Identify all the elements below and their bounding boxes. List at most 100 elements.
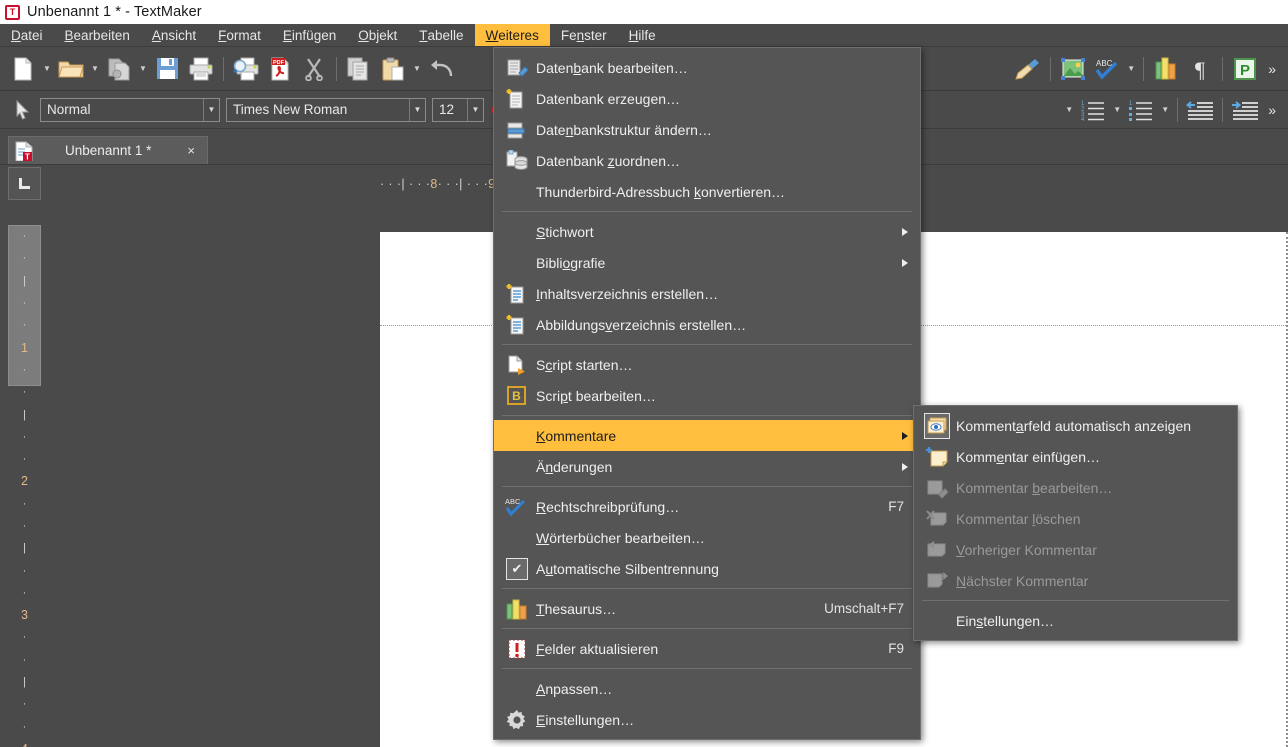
save-button[interactable] — [150, 52, 184, 86]
menu-item-kommentar-löschen: Kommentar löschen — [914, 503, 1237, 534]
bulleted-list-dropdown-caret[interactable]: ▼ — [1158, 93, 1172, 127]
vertical-ruler-tick: | — [23, 408, 26, 421]
decrease-indent-button[interactable] — [1183, 93, 1217, 127]
vertical-ruler-tick: · — [22, 297, 27, 310]
menu-separator — [502, 415, 912, 416]
menu-item-datenbank-erzeugen[interactable]: Datenbank erzeugen… — [494, 83, 920, 114]
kommentare-submenu: Kommentarfeld automatisch anzeigen Kommen… — [913, 405, 1238, 641]
vertical-ruler-tick: · — [22, 363, 27, 376]
recent-documents-button[interactable] — [102, 52, 136, 86]
menubar-item-einfügen[interactable]: Einfügen — [272, 24, 347, 46]
menu-item-abbildungsverzeichnis-erstellen[interactable]: Abbildungsverzeichnis erstellen… — [494, 309, 920, 340]
clipboard-paste-button[interactable] — [376, 52, 410, 86]
menubar-item-objekt[interactable]: Objekt — [347, 24, 408, 46]
menubar-item-fenster[interactable]: Fe n ster — [550, 24, 618, 46]
menu-item-script-bearbeiten[interactable]: B Script bearbeiten… — [494, 380, 920, 411]
document-tab[interactable]: T Unbenannt 1 * × — [8, 136, 208, 164]
menu-item-einstellungen[interactable]: Einstellungen… — [914, 605, 1237, 636]
menu-item-label: Wörterbücher bearbeiten… — [536, 529, 705, 546]
checkbox-checked-icon: ✔ — [498, 556, 536, 582]
submenu-arrow-icon — [902, 227, 908, 236]
recent-documents-dropdown-caret[interactable]: ▼ — [136, 52, 150, 86]
menu-item-kommentar-einfügen[interactable]: Kommentar einfügen… — [914, 441, 1237, 472]
presentation-button[interactable]: P — [1228, 52, 1262, 86]
bulleted-list-button[interactable]: 1 — [1124, 93, 1158, 127]
menu-item-automatische-silbentrennung[interactable]: ✔ Automatische Silbentrennung — [494, 553, 920, 584]
menu-item-änderungen[interactable]: Änderungen — [494, 451, 920, 482]
menubar-item-datei[interactable]: Datei — [0, 24, 54, 46]
undo-button[interactable] — [424, 52, 458, 86]
menu-item-label: Nächster Kommentar — [956, 572, 1089, 589]
new-document-button[interactable] — [6, 52, 40, 86]
show-formatting-button[interactable]: ¶ — [1183, 52, 1217, 86]
menubar-item-bearbeiten[interactable]: Bearbeiten — [54, 24, 141, 46]
menu-item-thunderbird-adressbuch-konvertieren[interactable]: Thunderbird-Adressbuch konvertieren… — [494, 176, 920, 207]
menu-item-thesaurus[interactable]: Thesaurus… Umschalt+F7 — [494, 593, 920, 624]
menu-item-kommentare[interactable]: Kommentare — [494, 420, 920, 451]
toolbar-overflow-button[interactable]: » — [1262, 61, 1282, 77]
toolbar-separator — [1143, 56, 1145, 81]
menu-item-stichwort[interactable]: Stichwort — [494, 216, 920, 247]
menu-item-datenbankstruktur-ändern[interactable]: Datenbankstruktur ändern… — [494, 114, 920, 145]
print-button[interactable] — [184, 52, 218, 86]
menu-item-inhaltsverzeichnis-erstellen[interactable]: Inhaltsverzeichnis erstellen… — [494, 278, 920, 309]
open-document-button[interactable] — [54, 52, 88, 86]
spellcheck-dropdown-caret[interactable]: ▼ — [1124, 52, 1138, 86]
cut-button[interactable] — [297, 52, 331, 86]
insert-picture-button[interactable] — [1056, 52, 1090, 86]
menubar-item-ansicht[interactable]: Ansicht — [141, 24, 207, 46]
font-family-select[interactable]: Times New Roman ▼ — [226, 97, 426, 122]
vertical-ruler-cell: · — [8, 693, 41, 715]
menu-item-anpassen[interactable]: Anpassen… — [494, 673, 920, 704]
menu-item-einstellungen[interactable]: Einstellungen… — [494, 704, 920, 735]
chevron-down-icon[interactable]: ▼ — [467, 98, 483, 121]
menu-item-script-starten[interactable]: Script starten… — [494, 349, 920, 380]
numbered-list-button[interactable]: 1234 — [1076, 93, 1110, 127]
font-size-select[interactable]: 12 ▼ — [432, 97, 484, 122]
numbered-list-dropdown-caret[interactable]: ▼ — [1110, 93, 1124, 127]
spellcheck-button[interactable]: ABC — [1090, 52, 1124, 86]
list-style-dropdown-caret[interactable]: ▼ — [1062, 93, 1076, 127]
vertical-ruler-number: 3 — [21, 608, 28, 623]
pointer-arrow-icon[interactable] — [6, 93, 40, 127]
new-document-dropdown-caret[interactable]: ▼ — [40, 52, 54, 86]
menu-item-shortcut: F9 — [888, 641, 904, 656]
comment-autoshow-icon — [924, 412, 950, 439]
copy-button[interactable] — [342, 52, 376, 86]
thesaurus-button[interactable] — [1149, 52, 1183, 86]
close-icon[interactable]: × — [183, 143, 199, 158]
vertical-ruler-cell: · — [8, 716, 41, 738]
chevron-down-icon[interactable]: ▼ — [203, 98, 219, 121]
open-document-dropdown-caret[interactable]: ▼ — [88, 52, 102, 86]
vertical-ruler-tick: · — [22, 386, 27, 399]
paste-dropdown-caret[interactable]: ▼ — [410, 52, 424, 86]
increase-indent-button[interactable] — [1228, 93, 1262, 127]
menu-item-bibliografie[interactable]: Bibliografie — [494, 247, 920, 278]
menu-item-felder-aktualisieren[interactable]: Felder aktualisieren F9 — [494, 633, 920, 664]
export-pdf-button[interactable]: PDF — [263, 52, 297, 86]
menubar-item-format[interactable]: Format — [207, 24, 272, 46]
comment-add-icon — [918, 444, 956, 470]
paragraph-style-select[interactable]: Normal ▼ — [40, 97, 220, 122]
vertical-ruler-tick: | — [23, 274, 26, 287]
formatting-toolbar-overflow-button[interactable]: » — [1262, 102, 1282, 118]
menubar-item-weiteres[interactable]: Weiteres — [474, 24, 550, 46]
menu-item-kommentarfeld-automatisch-anzeigen[interactable]: Kommentarfeld automatisch anzeigen — [914, 410, 1237, 441]
menu-item-datenbank-zuordnen[interactable]: Datenbank zuordnen… — [494, 145, 920, 176]
menu-item-datenbank-bearbeiten[interactable]: Datenbank bearbeiten… — [494, 52, 920, 83]
left-tab-stop-icon[interactable] — [8, 167, 41, 200]
print-preview-button[interactable] — [229, 52, 263, 86]
format-painter-button[interactable] — [1011, 52, 1045, 86]
toolbar-separator — [1222, 56, 1224, 81]
database-new-icon — [498, 86, 536, 112]
vertical-ruler[interactable]: ··|··1··|··2··|··3··|··4··|··5··|··6··|·… — [8, 225, 41, 747]
chevron-down-icon[interactable]: ▼ — [409, 98, 425, 121]
menu-item-label: Kommentar bearbeiten… — [956, 479, 1113, 496]
menu-item-rechtschreibprüfung[interactable]: ABC Rechtschreibprüfung… F7 — [494, 491, 920, 522]
menubar-item-hilfe[interactable]: Hilfe — [618, 24, 667, 46]
menu-item-wörterbücher-bearbeiten[interactable]: Wörterbücher bearbeiten… — [494, 522, 920, 553]
ruler-tick-group: · · ·| · · · — [380, 176, 431, 191]
ruler-tick-group: · · ·| · · · — [437, 176, 489, 191]
menu-item-label: Kommentare — [536, 427, 617, 444]
menubar-item-tabelle[interactable]: Tabelle — [408, 24, 474, 46]
